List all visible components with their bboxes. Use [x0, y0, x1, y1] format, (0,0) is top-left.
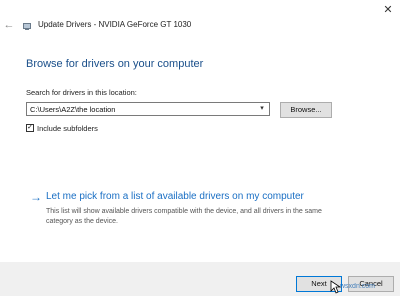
- page-title: Browse for drivers on your computer: [26, 58, 204, 70]
- chevron-down-icon[interactable]: ▾: [257, 103, 267, 115]
- titlebar: ← Update Drivers - NVIDIA GeForce GT 103…: [0, 0, 400, 40]
- pick-from-list-link[interactable]: Let me pick from a list of available dri…: [46, 191, 304, 202]
- watermark-text: wsxdn.com: [340, 283, 376, 290]
- search-location-label: Search for drivers in this location:: [26, 88, 137, 97]
- window-title: Update Drivers - NVIDIA GeForce GT 1030: [38, 20, 192, 29]
- device-icon: [23, 23, 31, 30]
- driver-path-value[interactable]: C:\Users\A2Z\the location: [30, 105, 115, 114]
- close-icon[interactable]: ✕: [380, 2, 396, 18]
- browse-button[interactable]: Browse...: [280, 102, 332, 118]
- back-arrow-icon[interactable]: ←: [2, 18, 16, 32]
- include-subfolders-label[interactable]: Include subfolders: [37, 124, 98, 133]
- arrow-right-icon[interactable]: →: [30, 190, 42, 204]
- include-subfolders-checkbox[interactable]: ✓: [26, 124, 34, 132]
- update-drivers-window: ← Update Drivers - NVIDIA GeForce GT 103…: [0, 0, 400, 296]
- driver-path-input[interactable]: C:\Users\A2Z\the location ▾: [26, 102, 270, 116]
- pick-from-list-description: This list will show available drivers co…: [46, 208, 322, 225]
